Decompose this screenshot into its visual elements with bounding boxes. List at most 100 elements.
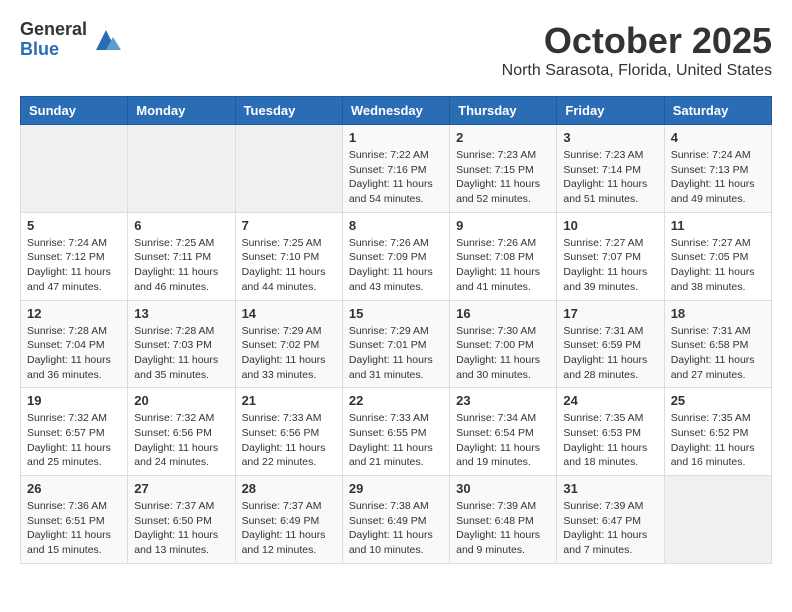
day-number: 30 <box>456 481 550 496</box>
calendar-week-row: 5Sunrise: 7:24 AM Sunset: 7:12 PM Daylig… <box>21 212 772 300</box>
title-block: October 2025 North Sarasota, Florida, Un… <box>502 20 772 80</box>
header-monday: Monday <box>128 97 235 125</box>
day-info: Sunrise: 7:33 AM Sunset: 6:56 PM Dayligh… <box>242 411 336 470</box>
day-number: 14 <box>242 306 336 321</box>
day-info: Sunrise: 7:26 AM Sunset: 7:09 PM Dayligh… <box>349 236 443 295</box>
day-number: 1 <box>349 130 443 145</box>
location: North Sarasota, Florida, United States <box>502 62 772 80</box>
calendar-cell <box>21 125 128 213</box>
calendar-cell: 17 Sunrise: 7:31 AM Sunset: 6:59 PM Dayli… <box>557 300 664 388</box>
day-number: 6 <box>134 218 228 233</box>
day-number: 19 <box>27 393 121 408</box>
calendar-cell: 8Sunrise: 7:26 AM Sunset: 7:09 PM Daylig… <box>342 212 449 300</box>
day-number: 15 <box>349 306 443 321</box>
header-friday: Friday <box>557 97 664 125</box>
calendar-cell: 24 Sunrise: 7:35 AM Sunset: 6:53 PM Dayli… <box>557 388 664 476</box>
day-number: 26 <box>27 481 121 496</box>
day-number: 21 <box>242 393 336 408</box>
day-info: Sunrise: 7:27 AM Sunset: 7:05 PM Dayligh… <box>671 236 765 295</box>
day-info: Sunrise: 7:25 AM Sunset: 7:11 PM Dayligh… <box>134 236 228 295</box>
day-info: Sunrise: 7:36 AM Sunset: 6:51 PM Dayligh… <box>27 499 121 558</box>
day-info: Sunrise: 7:23 AM Sunset: 7:14 PM Dayligh… <box>563 148 657 207</box>
calendar-cell: 19 Sunrise: 7:32 AM Sunset: 6:57 PM Dayli… <box>21 388 128 476</box>
calendar-cell: 28 Sunrise: 7:37 AM Sunset: 6:49 PM Dayli… <box>235 476 342 564</box>
day-info: Sunrise: 7:27 AM Sunset: 7:07 PM Dayligh… <box>563 236 657 295</box>
day-info: Sunrise: 7:39 AM Sunset: 6:48 PM Dayligh… <box>456 499 550 558</box>
calendar-header-row: SundayMondayTuesdayWednesdayThursdayFrid… <box>21 97 772 125</box>
day-info: Sunrise: 7:32 AM Sunset: 6:57 PM Dayligh… <box>27 411 121 470</box>
calendar-cell <box>235 125 342 213</box>
header-saturday: Saturday <box>664 97 771 125</box>
logo-general: General <box>20 20 87 40</box>
day-info: Sunrise: 7:22 AM Sunset: 7:16 PM Dayligh… <box>349 148 443 207</box>
day-info: Sunrise: 7:33 AM Sunset: 6:55 PM Dayligh… <box>349 411 443 470</box>
calendar-cell: 10 Sunrise: 7:27 AM Sunset: 7:07 PM Dayli… <box>557 212 664 300</box>
calendar-cell: 21 Sunrise: 7:33 AM Sunset: 6:56 PM Dayli… <box>235 388 342 476</box>
day-number: 11 <box>671 218 765 233</box>
header-thursday: Thursday <box>450 97 557 125</box>
calendar-week-row: 19 Sunrise: 7:32 AM Sunset: 6:57 PM Dayli… <box>21 388 772 476</box>
logo-text: General Blue <box>20 20 87 60</box>
day-number: 2 <box>456 130 550 145</box>
day-info: Sunrise: 7:31 AM Sunset: 6:58 PM Dayligh… <box>671 324 765 383</box>
calendar-cell: 9Sunrise: 7:26 AM Sunset: 7:08 PM Daylig… <box>450 212 557 300</box>
logo: General Blue <box>20 20 121 60</box>
day-number: 4 <box>671 130 765 145</box>
day-number: 22 <box>349 393 443 408</box>
page-header: General Blue October 2025 North Sarasota… <box>20 20 772 80</box>
calendar-cell: 11 Sunrise: 7:27 AM Sunset: 7:05 PM Dayli… <box>664 212 771 300</box>
calendar-cell: 2 Sunrise: 7:23 AM Sunset: 7:15 PM Daylig… <box>450 125 557 213</box>
day-info: Sunrise: 7:35 AM Sunset: 6:52 PM Dayligh… <box>671 411 765 470</box>
calendar-cell: 27Sunrise: 7:37 AM Sunset: 6:50 PM Dayli… <box>128 476 235 564</box>
day-number: 28 <box>242 481 336 496</box>
calendar-cell <box>664 476 771 564</box>
calendar-cell: 22 Sunrise: 7:33 AM Sunset: 6:55 PM Dayli… <box>342 388 449 476</box>
header-wednesday: Wednesday <box>342 97 449 125</box>
calendar-cell: 4 Sunrise: 7:24 AM Sunset: 7:13 PM Daylig… <box>664 125 771 213</box>
day-number: 18 <box>671 306 765 321</box>
day-number: 25 <box>671 393 765 408</box>
calendar-cell: 20Sunrise: 7:32 AM Sunset: 6:56 PM Dayli… <box>128 388 235 476</box>
calendar-cell: 30 Sunrise: 7:39 AM Sunset: 6:48 PM Dayli… <box>450 476 557 564</box>
calendar-cell: 29Sunrise: 7:38 AM Sunset: 6:49 PM Dayli… <box>342 476 449 564</box>
header-tuesday: Tuesday <box>235 97 342 125</box>
calendar-cell: 7 Sunrise: 7:25 AM Sunset: 7:10 PM Daylig… <box>235 212 342 300</box>
logo-blue: Blue <box>20 40 87 60</box>
day-number: 9 <box>456 218 550 233</box>
day-number: 31 <box>563 481 657 496</box>
calendar-table: SundayMondayTuesdayWednesdayThursdayFrid… <box>20 96 772 564</box>
day-info: Sunrise: 7:29 AM Sunset: 7:01 PM Dayligh… <box>349 324 443 383</box>
day-number: 20 <box>134 393 228 408</box>
calendar-cell: 16Sunrise: 7:30 AM Sunset: 7:00 PM Dayli… <box>450 300 557 388</box>
calendar-cell: 6 Sunrise: 7:25 AM Sunset: 7:11 PM Daylig… <box>128 212 235 300</box>
day-info: Sunrise: 7:28 AM Sunset: 7:04 PM Dayligh… <box>27 324 121 383</box>
calendar-cell: 23 Sunrise: 7:34 AM Sunset: 6:54 PM Dayli… <box>450 388 557 476</box>
calendar-cell: 18 Sunrise: 7:31 AM Sunset: 6:58 PM Dayli… <box>664 300 771 388</box>
day-info: Sunrise: 7:23 AM Sunset: 7:15 PM Dayligh… <box>456 148 550 207</box>
calendar-cell: 13Sunrise: 7:28 AM Sunset: 7:03 PM Dayli… <box>128 300 235 388</box>
calendar-cell: 15 Sunrise: 7:29 AM Sunset: 7:01 PM Dayli… <box>342 300 449 388</box>
day-info: Sunrise: 7:39 AM Sunset: 6:47 PM Dayligh… <box>563 499 657 558</box>
day-number: 5 <box>27 218 121 233</box>
calendar-cell: 3Sunrise: 7:23 AM Sunset: 7:14 PM Daylig… <box>557 125 664 213</box>
day-number: 10 <box>563 218 657 233</box>
day-info: Sunrise: 7:34 AM Sunset: 6:54 PM Dayligh… <box>456 411 550 470</box>
day-info: Sunrise: 7:30 AM Sunset: 7:00 PM Dayligh… <box>456 324 550 383</box>
calendar-cell: 12 Sunrise: 7:28 AM Sunset: 7:04 PM Dayli… <box>21 300 128 388</box>
day-number: 17 <box>563 306 657 321</box>
day-info: Sunrise: 7:31 AM Sunset: 6:59 PM Dayligh… <box>563 324 657 383</box>
day-number: 23 <box>456 393 550 408</box>
day-number: 24 <box>563 393 657 408</box>
day-number: 12 <box>27 306 121 321</box>
day-info: Sunrise: 7:37 AM Sunset: 6:49 PM Dayligh… <box>242 499 336 558</box>
day-info: Sunrise: 7:38 AM Sunset: 6:49 PM Dayligh… <box>349 499 443 558</box>
calendar-cell: 25 Sunrise: 7:35 AM Sunset: 6:52 PM Dayli… <box>664 388 771 476</box>
day-number: 7 <box>242 218 336 233</box>
calendar-week-row: 26 Sunrise: 7:36 AM Sunset: 6:51 PM Dayli… <box>21 476 772 564</box>
day-info: Sunrise: 7:37 AM Sunset: 6:50 PM Dayligh… <box>134 499 228 558</box>
day-info: Sunrise: 7:25 AM Sunset: 7:10 PM Dayligh… <box>242 236 336 295</box>
calendar-cell: 5Sunrise: 7:24 AM Sunset: 7:12 PM Daylig… <box>21 212 128 300</box>
day-info: Sunrise: 7:24 AM Sunset: 7:13 PM Dayligh… <box>671 148 765 207</box>
day-info: Sunrise: 7:35 AM Sunset: 6:53 PM Dayligh… <box>563 411 657 470</box>
day-number: 13 <box>134 306 228 321</box>
